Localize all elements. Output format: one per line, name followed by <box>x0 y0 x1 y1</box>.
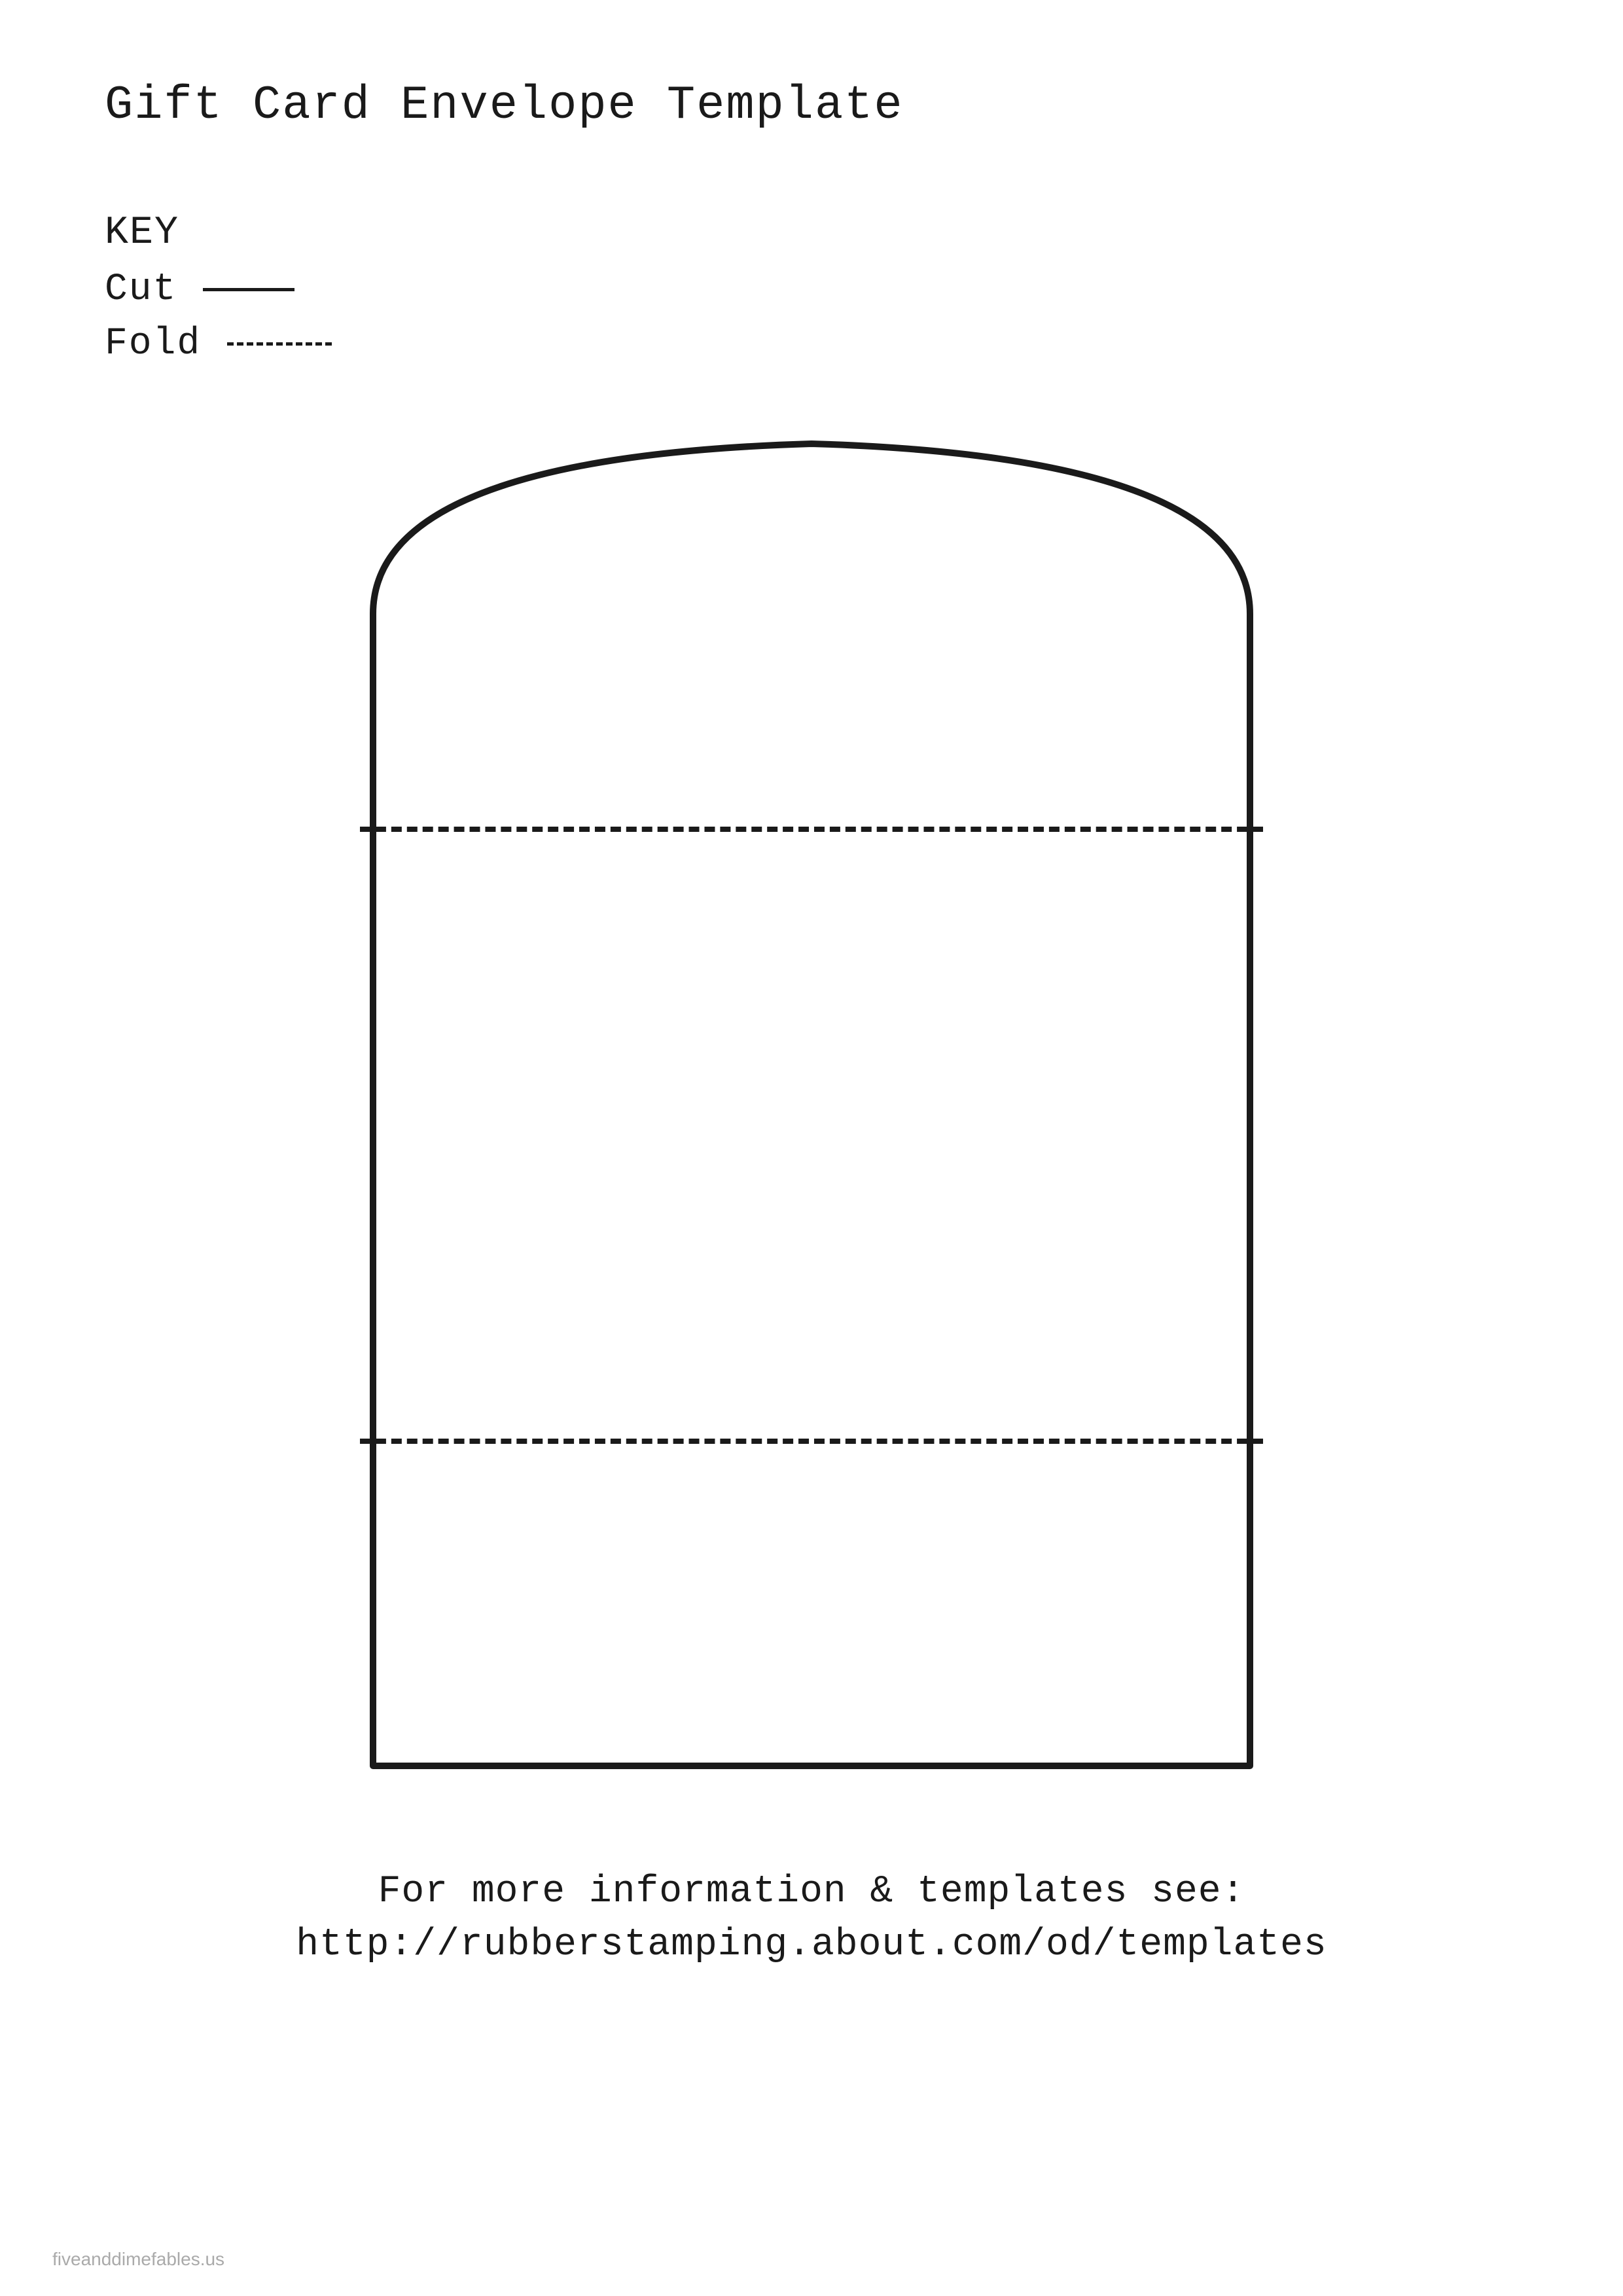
watermark: fiveanddimefables.us <box>52 2249 224 2270</box>
envelope-wrapper <box>353 404 1270 1779</box>
fold-line-indicator <box>227 342 332 346</box>
footer-line1: For more information & templates see: <box>105 1871 1518 1913</box>
key-fold-item: Fold <box>105 323 1518 365</box>
key-fold-label: Fold <box>105 323 201 365</box>
key-cut-label: Cut <box>105 268 177 311</box>
key-section: KEY Cut Fold <box>105 211 1518 365</box>
envelope-container <box>105 404 1518 1779</box>
fold-line-top <box>360 827 1263 832</box>
envelope-outline <box>353 404 1270 1779</box>
page: Gift Card Envelope Template KEY Cut Fold… <box>0 0 1623 2296</box>
key-cut-item: Cut <box>105 268 1518 311</box>
key-label: KEY <box>105 211 1518 255</box>
footer-section: For more information & templates see: ht… <box>105 1871 1518 1966</box>
footer-line2: http://rubberstamping.about.com/od/templ… <box>105 1924 1518 1966</box>
cut-line-indicator <box>203 288 294 291</box>
page-title: Gift Card Envelope Template <box>105 79 1518 132</box>
fold-line-bottom <box>360 1439 1263 1444</box>
